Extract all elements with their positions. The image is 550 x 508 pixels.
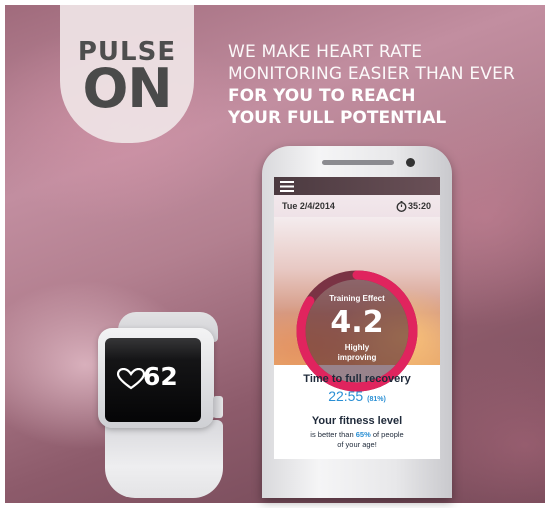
app-screen: Tue 2/4/2014 35:20 Training Effect 4.2 H… <box>274 177 440 459</box>
tagline-line-2: MONITORING EASIER THAN EVER <box>228 64 516 84</box>
phone-speaker <box>322 160 394 165</box>
watch-strap-bottom <box>105 420 223 498</box>
logo-badge: PULSE ON <box>60 5 194 143</box>
hamburger-menu-icon[interactable] <box>280 181 294 192</box>
fitness-desc-after: of people <box>372 430 404 439</box>
heart-outline-icon <box>117 368 145 390</box>
watch-screen-glare <box>105 338 201 360</box>
recovery-time: 22:55 <box>328 388 364 404</box>
tagline: WE MAKE HEART RATE MONITORING EASIER THA… <box>228 41 515 129</box>
training-effect-panel: Training Effect 4.2 Highly improving <box>274 217 440 392</box>
recovery-percent: (81%) <box>367 396 386 403</box>
training-effect-desc-line-2: improving <box>337 353 377 362</box>
tagline-line-4: YOUR FULL POTENTIAL <box>228 108 447 128</box>
fitness-desc-line-2: of your age! <box>337 440 377 449</box>
session-duration: 35:20 <box>408 201 432 211</box>
tagline-line-1: WE MAKE HEART RATE <box>228 42 423 62</box>
phone-camera <box>406 158 415 167</box>
session-header: Tue 2/4/2014 35:20 <box>274 195 440 217</box>
fitness-percentile: 65% <box>355 430 371 439</box>
logo-text-on: ON <box>82 57 172 120</box>
training-effect-desc-line-1: Highly <box>344 343 370 352</box>
watch-side-button[interactable] <box>213 396 223 418</box>
fitness-title: Your fitness level <box>311 415 403 427</box>
session-date: Tue 2/4/2014 <box>282 201 335 211</box>
fitness-desc-before: is better than <box>310 430 354 439</box>
recovery-title: Time to full recovery <box>303 373 411 385</box>
tagline-line-3: FOR YOU TO REACH <box>228 86 416 106</box>
fitness-description: is better than 65% of people of your age… <box>278 430 436 450</box>
stopwatch-icon <box>396 201 407 212</box>
recovery-value: 22:55 (81%) <box>274 388 440 404</box>
app-bar <box>274 177 440 195</box>
training-effect-label: Training Effect <box>329 294 385 303</box>
training-effect-value: 4.2 <box>330 305 384 340</box>
watch-heart-rate: 62 <box>143 362 178 391</box>
training-effect-description: Highly improving <box>274 343 440 363</box>
